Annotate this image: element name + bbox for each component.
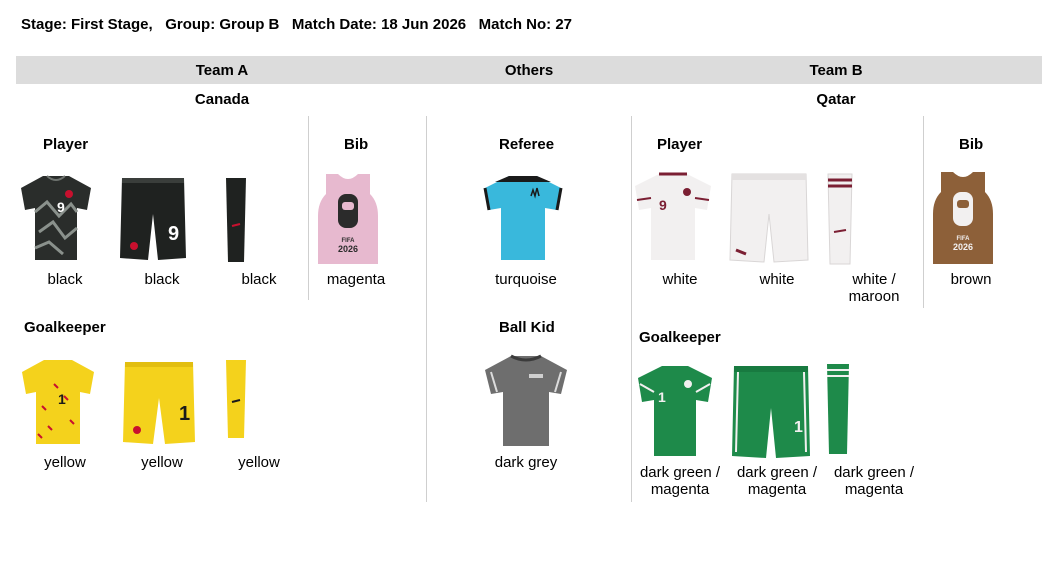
sock-icon	[827, 364, 849, 454]
shorts-icon	[729, 173, 809, 263]
ballkid-title: Ball Kid	[499, 319, 555, 336]
team-b-player-socks-color: white / maroon	[848, 271, 900, 305]
svg-text:1: 1	[794, 419, 803, 436]
group-text: Group: Group B	[165, 16, 280, 33]
team-b-gk-socks-color: dark green / magenta	[833, 464, 915, 498]
jersey-icon: 9	[635, 172, 711, 260]
jersey-icon: 9	[21, 175, 91, 260]
team-b-heading: Team B	[809, 62, 863, 79]
match-no-text: Match No: 27	[478, 16, 573, 33]
team-a-player-shorts-color: black	[144, 271, 180, 288]
jersey-icon	[483, 176, 563, 260]
team-a-gk-title: Goalkeeper	[24, 319, 106, 336]
referee-color: turquoise	[495, 271, 557, 288]
team-a-name: Canada	[194, 91, 250, 108]
team-a-gk-shorts-color: yellow	[141, 454, 183, 471]
team-b-gk-title: Goalkeeper	[639, 329, 721, 346]
team-b-bib-title: Bib	[959, 136, 984, 153]
team-b-player-title: Player	[657, 136, 703, 153]
team-b-gk-shorts-color: dark green / magenta	[736, 464, 818, 498]
shorts-icon: 9	[120, 178, 186, 260]
svg-text:1: 1	[179, 403, 190, 425]
svg-text:1: 1	[658, 389, 666, 405]
shorts-icon: 1	[123, 362, 195, 444]
ballkid-color: dark grey	[494, 454, 558, 471]
bib-icon: FIFA 2026	[933, 172, 993, 264]
team-b-player-jersey-color: white	[662, 271, 698, 288]
svg-text:2026: 2026	[953, 242, 973, 252]
divider-a-others	[426, 116, 427, 502]
team-b-bib-color: brown	[950, 271, 992, 288]
others-heading: Others	[504, 62, 554, 79]
date-text: Match Date: 18 Jun 2026	[291, 16, 467, 33]
svg-text:9: 9	[659, 197, 667, 213]
team-a-player-jersey-color: black	[47, 271, 83, 288]
stage-text: Stage: First Stage,	[21, 16, 153, 33]
referee-title: Referee	[499, 136, 555, 153]
svg-text:1: 1	[58, 391, 66, 407]
team-a-bib-title: Bib	[344, 136, 369, 153]
team-a-player-title: Player	[43, 136, 89, 153]
sock-icon	[226, 178, 246, 262]
jersey-icon: 1	[22, 360, 94, 444]
team-a-heading: Team A	[195, 62, 249, 79]
team-a-player-socks-color: black	[241, 271, 277, 288]
team-a-bib-color: magenta	[326, 271, 386, 288]
sock-icon	[827, 173, 853, 265]
team-a-gk-socks-color: yellow	[238, 454, 280, 471]
team-b-name: Qatar	[816, 91, 856, 108]
team-b-player-shorts-color: white	[759, 271, 795, 288]
svg-text:2026: 2026	[338, 244, 358, 254]
sock-icon	[226, 360, 246, 438]
team-a-gk-jersey-color: yellow	[44, 454, 86, 471]
svg-text:9: 9	[57, 199, 65, 215]
shorts-icon: 1	[732, 366, 810, 458]
bib-icon: FIFA 2026	[318, 174, 378, 264]
match-info: Stage: First Stage, Group: Group B Match…	[21, 16, 572, 33]
team-b-gk-jersey-color: dark green / magenta	[639, 464, 721, 498]
svg-text:9: 9	[168, 223, 179, 245]
jersey-icon: 1	[638, 366, 712, 456]
jersey-icon	[485, 354, 567, 446]
